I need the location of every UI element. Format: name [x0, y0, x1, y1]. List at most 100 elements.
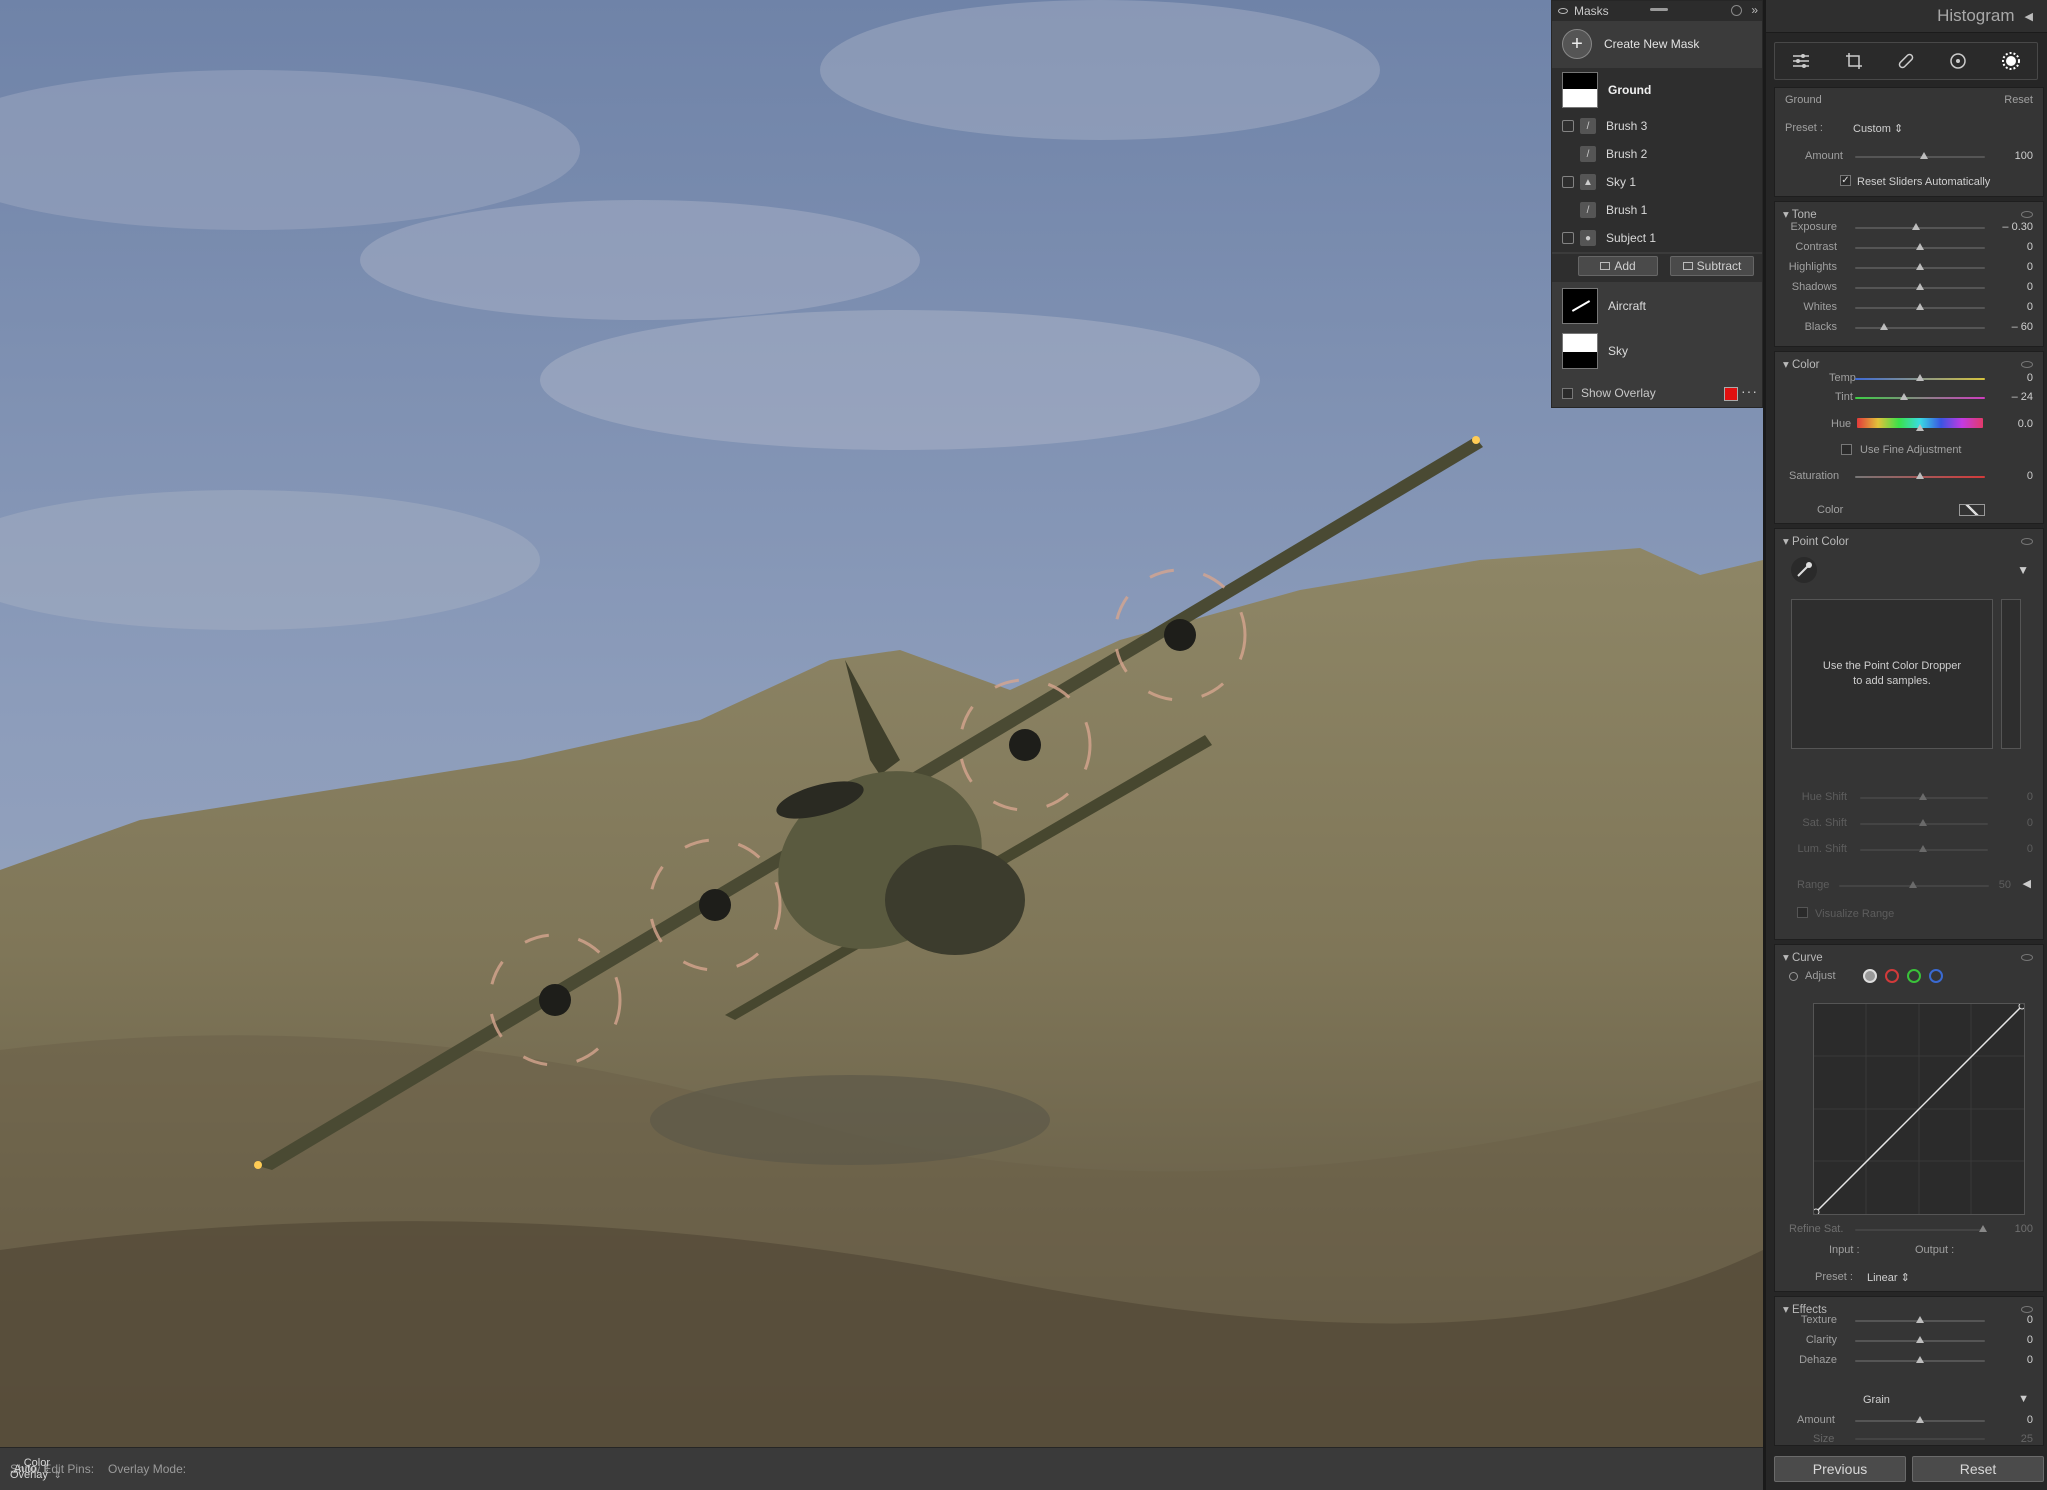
refine-sat-knob[interactable] — [1979, 1225, 1987, 1232]
reset-sliders-checkbox[interactable]: ✓ — [1840, 175, 1851, 186]
curve-header[interactable]: ▾ Curve — [1783, 950, 1823, 964]
point-color-header[interactable]: ▾ Point Color — [1783, 534, 1849, 548]
plus-icon[interactable]: + — [1562, 29, 1592, 59]
collapse-triangle-icon[interactable]: ◀ — [2025, 10, 2033, 23]
slider-knob[interactable] — [1912, 223, 1920, 230]
grain-expand-icon[interactable]: ▼ — [2018, 1393, 2029, 1405]
sky-icon: ▲ — [1580, 174, 1596, 190]
eye-icon[interactable] — [2021, 211, 2033, 218]
grain-size-value: 25 — [2020, 1433, 2033, 1445]
edit-sliders-icon[interactable] — [1789, 49, 1813, 73]
healing-icon[interactable] — [1894, 49, 1918, 73]
slider-track[interactable] — [1855, 327, 1985, 329]
saturation-slider-knob[interactable] — [1916, 472, 1924, 479]
slider-knob[interactable] — [1880, 323, 1888, 330]
red-channel-icon[interactable] — [1885, 969, 1899, 983]
saturation-value: 0 — [2026, 470, 2033, 482]
masks-panel-header[interactable]: Masks » — [1552, 1, 1762, 21]
blue-channel-icon[interactable] — [1929, 969, 1943, 983]
reset-link[interactable]: Reset — [2004, 94, 2033, 106]
sat-shift-value: 0 — [2026, 817, 2033, 829]
hue-shift-knob[interactable] — [1919, 793, 1927, 800]
visualize-range-checkbox[interactable] — [1797, 907, 1808, 918]
component-brush-1[interactable]: / Brush 1 — [1552, 196, 1762, 224]
reset-button[interactable]: Reset — [1912, 1456, 2044, 1482]
color-swatch[interactable] — [1959, 504, 1985, 516]
fine-adjustment-checkbox[interactable] — [1841, 444, 1852, 455]
drag-handle[interactable] — [1650, 8, 1668, 11]
range-expand-icon[interactable]: ◀ — [2023, 877, 2031, 890]
slider-knob[interactable] — [1916, 263, 1924, 270]
mask-ground[interactable]: Ground — [1552, 68, 1762, 112]
lum-shift-knob[interactable] — [1919, 845, 1927, 852]
more-options-icon[interactable]: ··· — [1741, 383, 1758, 399]
eye-icon[interactable] — [1558, 8, 1568, 14]
color-header[interactable]: ▾ Color — [1783, 357, 1819, 371]
brush-icon: / — [1580, 202, 1596, 218]
refine-sat-slider[interactable] — [1855, 1229, 1985, 1231]
hue-slider-knob[interactable] — [1916, 424, 1924, 431]
grain-amount-knob[interactable] — [1916, 1416, 1924, 1423]
add-button[interactable]: Add — [1578, 256, 1658, 276]
eyedropper-icon[interactable] — [1791, 557, 1817, 583]
preset-select[interactable]: Custom ⇕ — [1853, 122, 1903, 135]
sat-shift-knob[interactable] — [1919, 819, 1927, 826]
slider-knob[interactable] — [1916, 1356, 1924, 1363]
tint-slider-knob[interactable] — [1900, 393, 1908, 400]
grain-size-slider[interactable] — [1855, 1438, 1985, 1440]
samples-area: Use the Point Color Dropper to add sampl… — [1791, 599, 1993, 749]
grain-amount-label: Amount — [1797, 1414, 1835, 1426]
slider-knob[interactable] — [1916, 1316, 1924, 1323]
eye-icon[interactable] — [2021, 1306, 2033, 1313]
brush-icon: / — [1580, 118, 1596, 134]
eye-icon[interactable] — [2021, 954, 2033, 961]
component-brush-3[interactable]: / Brush 3 — [1552, 112, 1762, 140]
slider-value: 0 — [2026, 1314, 2033, 1326]
help-icon[interactable] — [1731, 5, 1742, 16]
show-overlay-checkbox[interactable] — [1562, 387, 1573, 399]
previous-button[interactable]: Previous — [1774, 1456, 1906, 1482]
overlay-mode-select[interactable]: Color Overlay ⇕ — [10, 1457, 61, 1481]
green-channel-icon[interactable] — [1907, 969, 1921, 983]
collapse-icon[interactable]: » — [1751, 3, 1758, 17]
red-eye-icon[interactable] — [1946, 49, 1970, 73]
component-label: Subject 1 — [1606, 231, 1657, 245]
crop-icon[interactable] — [1842, 49, 1866, 73]
mask-sky[interactable]: Sky — [1552, 329, 1762, 373]
samples-scrollbar[interactable] — [2001, 599, 2021, 749]
slider-value: – 60 — [2011, 321, 2033, 333]
show-overlay-row: Show Overlay ··· — [1552, 381, 1762, 405]
right-panel: Histogram ◀ Ground Reset Preset : Custom… — [1763, 0, 2047, 1490]
slider-track[interactable] — [1855, 227, 1985, 229]
tint-slider[interactable] — [1855, 397, 1985, 399]
range-knob[interactable] — [1909, 881, 1917, 888]
target-adjust-icon[interactable] — [1789, 972, 1798, 981]
amount-slider-knob[interactable] — [1920, 152, 1928, 159]
slider-knob[interactable] — [1916, 283, 1924, 290]
create-new-mask-row[interactable]: + Create New Mask — [1552, 25, 1762, 63]
mask-aircraft[interactable]: Aircraft — [1552, 284, 1762, 328]
curve-graph[interactable] — [1812, 1002, 2026, 1216]
curve-preset-select[interactable]: Linear ⇕ — [1867, 1271, 1910, 1284]
overlay-color-swatch[interactable] — [1724, 387, 1738, 401]
slider-knob[interactable] — [1916, 243, 1924, 250]
rgb-channel-icon[interactable] — [1863, 969, 1877, 983]
slider-label: Clarity — [1805, 1334, 1837, 1346]
aircraft-mask-thumbnail — [1562, 288, 1598, 324]
component-brush-2[interactable]: / Brush 2 — [1552, 140, 1762, 168]
slider-knob[interactable] — [1916, 1336, 1924, 1343]
histogram-header[interactable]: Histogram ◀ — [1766, 0, 2047, 33]
component-subject-1[interactable]: ● Subject 1 — [1552, 224, 1762, 252]
mask-aircraft-label: Aircraft — [1608, 299, 1647, 313]
dropdown-triangle-icon[interactable]: ▼ — [2017, 563, 2029, 577]
overlay-mode-value: Color Overlay — [10, 1457, 50, 1481]
tone-header[interactable]: ▾ Tone — [1783, 207, 1817, 221]
masking-icon[interactable] — [1999, 49, 2023, 73]
eye-icon[interactable] — [2021, 538, 2033, 545]
slider-knob[interactable] — [1916, 303, 1924, 310]
temp-slider-knob[interactable] — [1916, 374, 1924, 381]
eye-icon[interactable] — [2021, 361, 2033, 368]
component-sky-1[interactable]: ▲ Sky 1 — [1552, 168, 1762, 196]
photo-canvas[interactable] — [0, 0, 1763, 1447]
subtract-button[interactable]: Subtract — [1670, 256, 1754, 276]
